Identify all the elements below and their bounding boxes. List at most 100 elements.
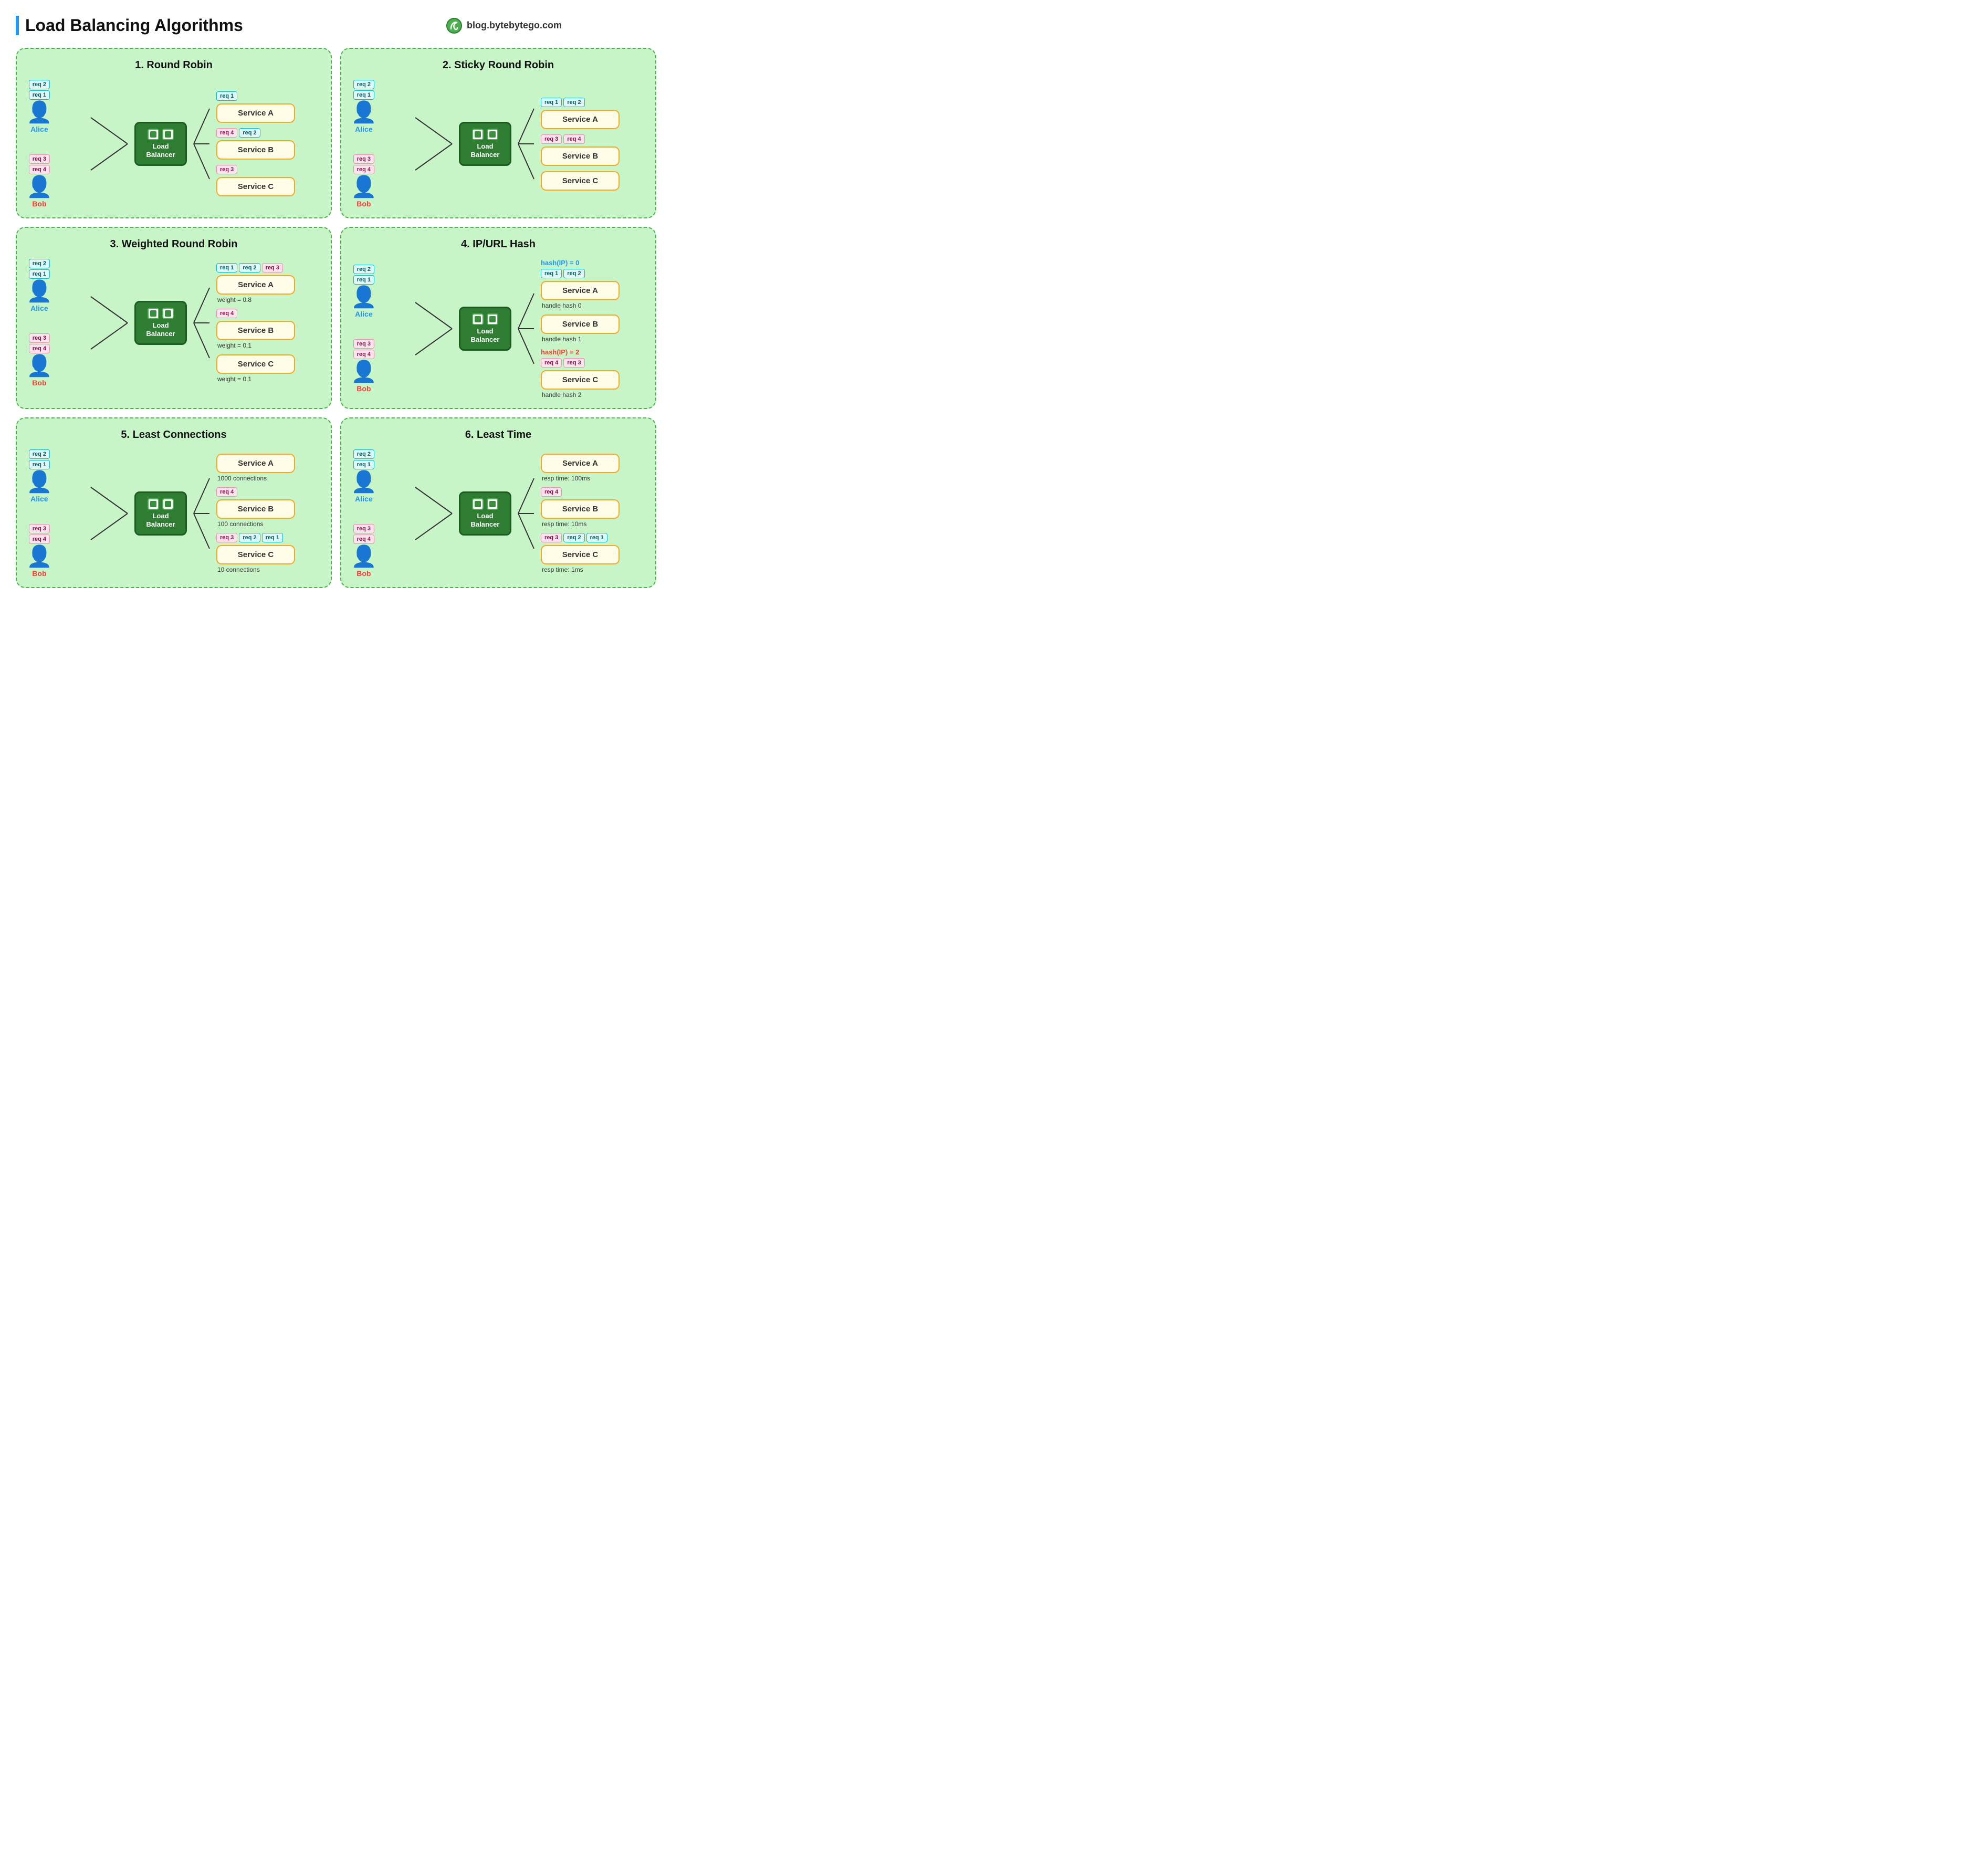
req-tag: req 2 bbox=[29, 80, 50, 89]
service-box-0: Service A bbox=[541, 110, 620, 129]
req-tag: req 1 bbox=[216, 91, 237, 101]
bob-label: Bob bbox=[32, 569, 46, 578]
diagram: req 2req 1👤Alice req 3req 4👤Bob LoadBalanc… bbox=[351, 449, 646, 578]
users-column: req 2req 1👤Alicereq 3req 4👤Bob bbox=[26, 80, 84, 208]
req-tag: req 3 bbox=[353, 524, 374, 533]
req-tag: req 2 bbox=[239, 128, 260, 138]
service-note-2: resp time: 1ms bbox=[541, 566, 583, 573]
req-tag: req 1 bbox=[262, 533, 283, 542]
service-box-2: Service C bbox=[216, 354, 295, 374]
arrows-right-svg bbox=[516, 91, 537, 196]
services-column: req 1Service Areq 4req 2Service Breq 3Se… bbox=[216, 91, 321, 196]
req-tag: req 3 bbox=[216, 533, 237, 542]
lb-label: LoadBalancer bbox=[471, 142, 500, 159]
lb-label: LoadBalancer bbox=[471, 512, 500, 528]
req-tag: req 2 bbox=[353, 265, 374, 274]
alice-reqs: req 2req 1 bbox=[353, 265, 374, 285]
service-item-2: Service Cweight = 0.1 bbox=[216, 354, 321, 383]
service-note-0: 1000 connections bbox=[216, 475, 267, 482]
bob-icon: 👤 bbox=[351, 361, 377, 382]
service-item-2: req 3req 2req 1Service Cresp time: 1ms bbox=[541, 533, 646, 573]
services-column: Service Aresp time: 100ms req 4 Service B r… bbox=[541, 454, 646, 573]
lb-label: LoadBalancer bbox=[471, 327, 500, 343]
req-tag: req 3 bbox=[29, 154, 50, 164]
req-tag: req 4 bbox=[353, 350, 374, 359]
alice-block: req 2req 1👤Alice bbox=[26, 259, 53, 312]
bob-block: req 3req 4👤 Bob bbox=[351, 339, 377, 393]
arrows-svg bbox=[88, 461, 130, 566]
lb-label: LoadBalancer bbox=[146, 512, 175, 528]
alice-reqs: req 2req 1 bbox=[29, 449, 50, 469]
service-box-2: Service C bbox=[541, 370, 620, 390]
service-box-2: Service C bbox=[541, 545, 620, 564]
req-tag: req 1 bbox=[353, 275, 374, 285]
bob-reqs: req 3req 4 bbox=[29, 154, 50, 174]
req-tag: req 4 bbox=[29, 534, 50, 544]
panel-sticky-round-robin: 2. Sticky Round Robinreq 2req 1👤Alicereq… bbox=[340, 48, 656, 218]
service-reqs: req 1req 2 bbox=[541, 269, 585, 278]
req-tag: req 1 bbox=[216, 263, 237, 273]
alice-block: req 2req 1👤Alice bbox=[351, 449, 377, 503]
diagram: req 2req 1👤Alice req 3req 4👤 Bob LoadBalanc… bbox=[351, 259, 646, 399]
arrows-svg bbox=[88, 91, 130, 196]
req-tag: req 2 bbox=[563, 533, 584, 542]
service-item-0: req 1req 2 Service A bbox=[541, 98, 646, 129]
service-reqs: req 4req 2 bbox=[216, 128, 260, 138]
service-note-0: resp time: 100ms bbox=[541, 475, 590, 482]
diagram: req 2req 1👤Alicereq 3req 4👤BobLoadBalanc… bbox=[26, 80, 321, 208]
service-note-1: weight = 0.1 bbox=[216, 342, 251, 349]
users-column: req 2req 1👤Alice req 3req 4👤Bob bbox=[26, 259, 84, 387]
load-balancer-box: LoadBalancer bbox=[134, 122, 187, 165]
service-reqs: req 3req 2req 1 bbox=[216, 533, 283, 542]
lb-label: LoadBalancer bbox=[146, 142, 175, 159]
bob-label: Bob bbox=[32, 379, 46, 387]
bob-block: req 3req 4👤Bob bbox=[351, 524, 377, 578]
alice-reqs: req 2req 1 bbox=[29, 80, 50, 100]
service-box-1: Service B bbox=[216, 140, 295, 160]
req-tag: req 4 bbox=[29, 165, 50, 174]
bob-block: req 3req 4👤Bob bbox=[26, 333, 53, 387]
load-balancer-box: LoadBalancer bbox=[459, 491, 511, 535]
alice-label: Alice bbox=[355, 495, 372, 503]
alice-block: req 2req 1👤Alice bbox=[351, 80, 377, 133]
alice-icon: 👤 bbox=[26, 102, 53, 123]
req-tag: req 4 bbox=[541, 487, 562, 497]
arrows-svg bbox=[88, 270, 130, 375]
service-note-2: handle hash 2 bbox=[541, 391, 581, 399]
service-box-1: Service B bbox=[216, 499, 295, 519]
service-item-1: req 4Service Bweight = 0.1 bbox=[216, 309, 321, 349]
req-tag: req 4 bbox=[29, 344, 50, 353]
service-item-1: req 4Service B100 connections bbox=[216, 487, 321, 528]
service-note-0: handle hash 0 bbox=[541, 302, 581, 309]
panel-least-time: 6. Least Time req 2req 1👤Alice req 3req 4👤… bbox=[340, 417, 656, 588]
service-item-0: Service Aresp time: 100ms bbox=[541, 454, 646, 482]
alice-label: Alice bbox=[30, 125, 48, 133]
bob-block: req 3req 4👤Bob bbox=[26, 154, 53, 208]
service-reqs: req 1req 2 bbox=[541, 98, 585, 107]
alice-block: req 2req 1👤Alice bbox=[351, 265, 377, 318]
req-tag: req 2 bbox=[29, 259, 50, 268]
arrows-svg bbox=[413, 461, 455, 566]
req-tag: req 2 bbox=[239, 263, 260, 273]
users-column: req 2req 1👤Alice req 3req 4👤 Bob bbox=[351, 265, 408, 393]
panel-ip-url-hash: 4. IP/URL Hashreq 2req 1👤Alicereq 3req 4… bbox=[340, 227, 656, 409]
bob-icon: 👤 bbox=[351, 176, 377, 197]
bob-reqs: req 3req 4 bbox=[29, 524, 50, 544]
req-tag: req 3 bbox=[541, 533, 562, 542]
bob-label: Bob bbox=[356, 384, 371, 393]
bob-reqs: req 3req 4 bbox=[353, 339, 374, 359]
panel-title: 3. Weighted Round Robin bbox=[26, 238, 321, 250]
alice-reqs: req 2req 1 bbox=[353, 449, 374, 469]
alice-label: Alice bbox=[30, 304, 48, 312]
alice-reqs: req 2req 1 bbox=[353, 80, 374, 100]
lb-column: LoadBalancer bbox=[459, 491, 511, 535]
req-tag: req 4 bbox=[216, 309, 237, 318]
panel-weighted-round-robin: 3. Weighted Round Robinreq 2req 1👤Alicer… bbox=[16, 227, 332, 409]
panel-title: 1. Round Robin bbox=[26, 59, 321, 71]
alice-label: Alice bbox=[30, 495, 48, 503]
panel-title: 6. Least Time bbox=[351, 429, 646, 441]
service-box-1: Service B bbox=[541, 499, 620, 519]
req-tag: req 1 bbox=[29, 90, 50, 100]
service-item-1: req 3req 4Service B bbox=[541, 134, 646, 166]
brand-text: blog.bytebytego.com bbox=[467, 20, 562, 31]
